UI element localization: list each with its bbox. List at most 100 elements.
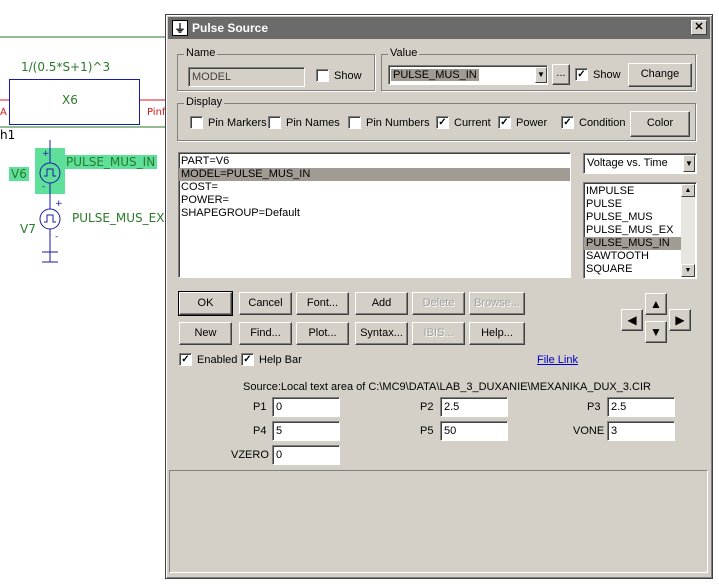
help-bar-box[interactable]: ✓ (241, 353, 254, 366)
move-right-button[interactable]: ▶ (669, 309, 691, 331)
param-p1-input[interactable]: 0 (272, 397, 340, 417)
v7-model-label: PULSE_MUS_EX (72, 211, 165, 225)
name-show-label: Show (334, 69, 362, 82)
move-down-button[interactable]: ▼ (645, 321, 667, 343)
attribute-row-selected[interactable]: MODEL=PULSE_MUS_IN (179, 168, 570, 181)
scroll-up-icon[interactable]: ▲ (681, 184, 695, 197)
value-dropdown-arrow[interactable]: ▼ (535, 67, 547, 83)
pin-names-checkbox[interactable]: Pin Names (268, 116, 340, 129)
source-text: Source:Local text area of C:\MC9\DATA\LA… (243, 381, 651, 393)
value-show-checkbox[interactable]: ✓ Show (575, 68, 621, 81)
display-group: Display Pin Markers Pin Names Pin Number… (177, 96, 696, 141)
help-bar-checkbox[interactable]: ✓ Help Bar (241, 353, 302, 366)
model-item[interactable]: PULSE_MUS (584, 211, 696, 224)
find-button[interactable]: Find... (239, 322, 292, 345)
param-p3-input[interactable]: 2.5 (607, 397, 675, 417)
help-bar-area (169, 470, 708, 573)
move-up-button[interactable]: ▲ (645, 293, 667, 315)
add-button[interactable]: Add (355, 292, 408, 315)
power-box[interactable]: ✓ (498, 116, 511, 129)
power-label: Power (516, 116, 548, 129)
pin-names-label: Pin Names (286, 116, 340, 129)
name-group: Name MODEL Show (177, 47, 375, 91)
display-group-legend: Display (184, 96, 225, 108)
current-box[interactable]: ✓ (436, 116, 449, 129)
param-vone-input[interactable]: 3 (607, 421, 675, 441)
dialog-title-bar[interactable]: ⏚ Pulse Source ✕ (168, 17, 710, 39)
x6-label: X6 (62, 93, 78, 107)
attribute-row[interactable]: PART=V6 (179, 155, 570, 168)
pin-left-label: A (0, 107, 7, 118)
syntax-button[interactable]: Syntax... (355, 322, 408, 345)
condition-checkbox[interactable]: ✓ Condition (561, 116, 625, 129)
new-button[interactable]: New (179, 322, 232, 345)
pin-numbers-checkbox[interactable]: Pin Numbers (348, 116, 430, 129)
value-group: Value PULSE_MUS_IN ▼ ... ✓ Show Change (381, 47, 696, 91)
cancel-button[interactable]: Cancel (239, 292, 292, 315)
color-button[interactable]: Color (630, 111, 690, 137)
move-left-button[interactable]: ◀ (621, 309, 643, 331)
model-item[interactable]: PULSE (584, 198, 696, 211)
plot-mode-dropdown-arrow[interactable]: ▼ (683, 155, 695, 172)
v6-model-label: PULSE_MUS_IN (64, 155, 158, 169)
value-browse-button[interactable]: ... (552, 64, 570, 85)
plot-button[interactable]: Plot... (296, 322, 349, 345)
param-p4-input[interactable]: 5 (272, 421, 340, 441)
pin-markers-box[interactable] (190, 116, 203, 129)
browse-button[interactable]: Browse... (469, 292, 525, 315)
enabled-box[interactable]: ✓ (179, 353, 192, 366)
attribute-row[interactable]: POWER= (179, 194, 570, 207)
current-checkbox[interactable]: ✓ Current (436, 116, 491, 129)
param-p2-input[interactable]: 2.5 (440, 397, 508, 417)
close-button[interactable]: ✕ (691, 20, 707, 35)
plot-mode-select[interactable]: Voltage vs. Time (583, 153, 697, 174)
name-show-box[interactable] (316, 69, 329, 82)
v6-plus: + (42, 149, 50, 159)
pin-names-box[interactable] (268, 116, 281, 129)
font-button[interactable]: Font... (296, 292, 349, 315)
ok-button[interactable]: OK (178, 291, 233, 316)
model-list[interactable]: IMPULSE PULSE PULSE_MUS PULSE_MUS_EX PUL… (583, 182, 697, 279)
pin-markers-checkbox[interactable]: Pin Markers (190, 116, 267, 129)
enabled-label: Enabled (197, 353, 238, 366)
schematic-canvas[interactable]: 1/(0.5*S+1)^3 X6 A Pinf h1 + - V6 PULSE_… (0, 0, 166, 585)
param-vzero-label: VZERO (231, 449, 269, 461)
attribute-list[interactable]: PART=V6 MODEL=PULSE_MUS_IN COST= POWER= … (178, 152, 571, 278)
v7-plus: + (55, 199, 63, 209)
model-item[interactable]: IMPULSE (584, 185, 696, 198)
param-vone-label: VONE (573, 425, 605, 437)
change-button[interactable]: Change (628, 63, 692, 87)
param-p3-label: P3 (587, 401, 601, 413)
value-combo[interactable]: PULSE_MUS_IN (388, 65, 548, 85)
value-show-box[interactable]: ✓ (575, 68, 588, 81)
model-item[interactable]: PULSE_MUS_EX (584, 224, 696, 237)
pin-numbers-label: Pin Numbers (366, 116, 430, 129)
param-p5-label: P5 (420, 425, 434, 437)
condition-box[interactable]: ✓ (561, 116, 574, 129)
enabled-checkbox[interactable]: ✓ Enabled (179, 353, 237, 366)
v7-label: V7 (20, 222, 36, 236)
model-item[interactable]: SQUARE (584, 263, 696, 276)
scroll-down-icon[interactable]: ▼ (681, 264, 695, 277)
param-vzero-input[interactable]: 0 (272, 445, 340, 465)
name-field[interactable]: MODEL (188, 67, 305, 87)
v7-minus: - (55, 232, 59, 242)
v6-minus: - (42, 182, 46, 192)
partial-label: h1 (0, 128, 16, 142)
model-item-selected[interactable]: PULSE_MUS_IN (584, 237, 682, 250)
attribute-row[interactable]: COST= (179, 181, 570, 194)
power-checkbox[interactable]: ✓ Power (498, 116, 547, 129)
attribute-row[interactable]: SHAPEGROUP=Default (179, 207, 570, 220)
param-p5-input[interactable]: 50 (440, 421, 508, 441)
delete-button[interactable]: Delete (412, 292, 465, 315)
name-show-checkbox[interactable]: Show (316, 69, 362, 82)
model-list-scrollbar[interactable]: ▲ ▼ (681, 184, 695, 277)
ibis-button[interactable]: IBIS... (412, 322, 465, 345)
file-link[interactable]: File Link (537, 354, 578, 366)
model-item[interactable]: SAWTOOTH (584, 250, 696, 263)
pulse-source-dialog: ⏚ Pulse Source ✕ Name MODEL Show Value P… (165, 14, 713, 579)
pin-numbers-box[interactable] (348, 116, 361, 129)
dialog-title: Pulse Source (192, 21, 269, 35)
value-combo-text: PULSE_MUS_IN (391, 69, 479, 81)
help-button[interactable]: Help... (469, 322, 525, 345)
